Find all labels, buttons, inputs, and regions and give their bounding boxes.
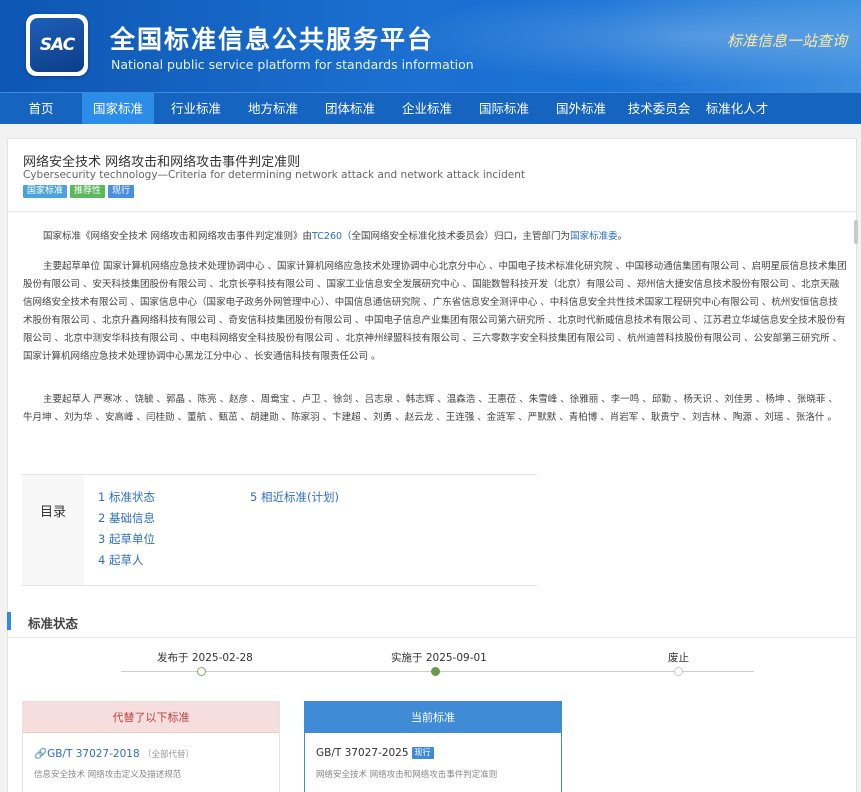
- timeline-dot-published: [197, 667, 206, 676]
- nav-item-foreign-standard[interactable]: 国外标准: [545, 93, 617, 124]
- site-slogan: 标准信息一站查询: [726, 32, 847, 50]
- site-subtitle: National public service platform for sta…: [111, 57, 474, 72]
- current-standard-code: GB/T 37027-2025 现行: [316, 747, 434, 759]
- intro-text-c: 。: [617, 231, 628, 242]
- standard-title: 网络安全技术 网络攻击和网络攻击事件判定准则: [23, 155, 301, 170]
- nav-item-international-standard[interactable]: 国际标准: [468, 93, 540, 124]
- nav-item-local-standard[interactable]: 地方标准: [237, 93, 309, 124]
- header-banner: SAC 全国标准信息公共服务平台 National public service…: [0, 0, 861, 92]
- intro-paragraph: 国家标准《网络安全技术 网络攻击和网络攻击事件判定准则》由TC260（全国网络安…: [23, 228, 847, 246]
- current-standard-name: 网络安全技术 网络攻击和网络攻击事件判定准则: [316, 770, 498, 780]
- tc260-link[interactable]: TC260: [312, 231, 342, 242]
- nav-item-home[interactable]: 首页: [10, 93, 72, 124]
- drafters-paragraph: 主要起草人 严寒冰 、饶毓 、郭晶 、陈亮 、赵彦 、周鸯宝 、卢卫 、徐剑 、…: [23, 394, 838, 423]
- logo-text: SAC: [39, 35, 75, 55]
- nav-item-enterprise-standard[interactable]: 企业标准: [391, 93, 463, 124]
- intro-text-b: （全国网络安全标准化技术委员会）归口，主管部门为: [342, 231, 571, 242]
- replaced-card-header: 代替了以下标准: [23, 702, 279, 733]
- timeline-label-implemented: 实施于 2025-09-01: [391, 652, 487, 664]
- section-title-status: 标准状态: [28, 616, 79, 631]
- badge-national-standard: 国家标准: [23, 185, 68, 198]
- nav-item-group-standard[interactable]: 团体标准: [314, 93, 386, 124]
- timeline-label-abolished: 废止: [668, 652, 689, 664]
- standard-badges: 国家标准 推荐性 现行: [23, 185, 137, 199]
- timeline-dot-implemented: [431, 667, 440, 676]
- replaced-standard-name: 信息安全技术 网络攻击定义及描述规范: [34, 770, 182, 780]
- current-status-badge: 现行: [411, 747, 434, 759]
- badge-recommended: 推荐性: [70, 185, 106, 198]
- toc-item-basic-info[interactable]: 2 基础信息: [98, 510, 155, 526]
- current-card-header: 当前标准: [305, 702, 561, 733]
- table-of-contents: 目录 1 标准状态 2 基础信息 3 起草单位 4 起草人 5 相近标准(计划): [22, 474, 537, 586]
- current-standard-card: 当前标准 GB/T 37027-2025 现行 网络安全技术 网络攻击和网络攻击事…: [304, 701, 562, 792]
- replaced-code-text[interactable]: GB/T 37027-2018: [47, 748, 140, 760]
- toc-item-status[interactable]: 1 标准状态: [98, 489, 155, 505]
- sac-logo[interactable]: SAC: [26, 14, 88, 76]
- nav-item-technical-committee[interactable]: 技术委员会: [622, 93, 696, 124]
- toc-label: 目录: [39, 505, 66, 520]
- replaced-standard-code[interactable]: 🔗GB/T 37027-2018 （全部代替）: [34, 747, 194, 760]
- toc-label-box: 目录: [22, 475, 84, 585]
- header-divider: [8, 211, 856, 212]
- standard-title-en: Cybersecurity technology—Criteria for de…: [23, 169, 525, 181]
- intro-text-a: 国家标准《网络安全技术 网络攻击和网络攻击事件判定准则》由: [43, 231, 313, 242]
- department-link[interactable]: 国家标准委: [570, 231, 618, 242]
- current-code-text: GB/T 37027-2025: [316, 747, 409, 759]
- timeline-dot-abolished: [674, 667, 683, 676]
- link-icon: 🔗: [34, 748, 48, 760]
- nav-item-industry-standard[interactable]: 行业标准: [160, 93, 232, 124]
- nav-item-standardization-talent[interactable]: 标准化人才: [700, 93, 774, 124]
- timeline-label-published: 发布于 2025-02-28: [157, 652, 253, 664]
- toc-item-drafting-units[interactable]: 3 起草单位: [98, 531, 155, 547]
- replaced-standards-card: 代替了以下标准 🔗GB/T 37027-2018 （全部代替） 信息安全技术 网…: [22, 701, 280, 792]
- nav-item-national-standard[interactable]: 国家标准: [82, 93, 154, 124]
- standard-detail-panel: 网络安全技术 网络攻击和网络攻击事件判定准则 Cybersecurity tec…: [7, 138, 857, 792]
- site-title: 全国标准信息公共服务平台: [110, 25, 435, 54]
- main-nav: 首页 国家标准 行业标准 地方标准 团体标准 企业标准 国际标准 国外标准 技术…: [0, 92, 861, 124]
- replaced-note: （全部代替）: [142, 750, 194, 760]
- badge-current: 现行: [108, 185, 135, 198]
- logo-badge: SAC: [30, 18, 84, 72]
- toc-item-drafters[interactable]: 4 起草人: [98, 552, 143, 568]
- toc-item-similar-standards[interactable]: 5 相近标准(计划): [250, 489, 339, 505]
- drafting-units-paragraph: 主要起草单位 国家计算机网络应急技术处理协调中心 、国家计算机网络应急技术处理协…: [23, 261, 847, 362]
- section-accent-bar: [7, 612, 11, 630]
- section-divider: [8, 637, 856, 638]
- scrollbar-thumb[interactable]: [854, 220, 858, 244]
